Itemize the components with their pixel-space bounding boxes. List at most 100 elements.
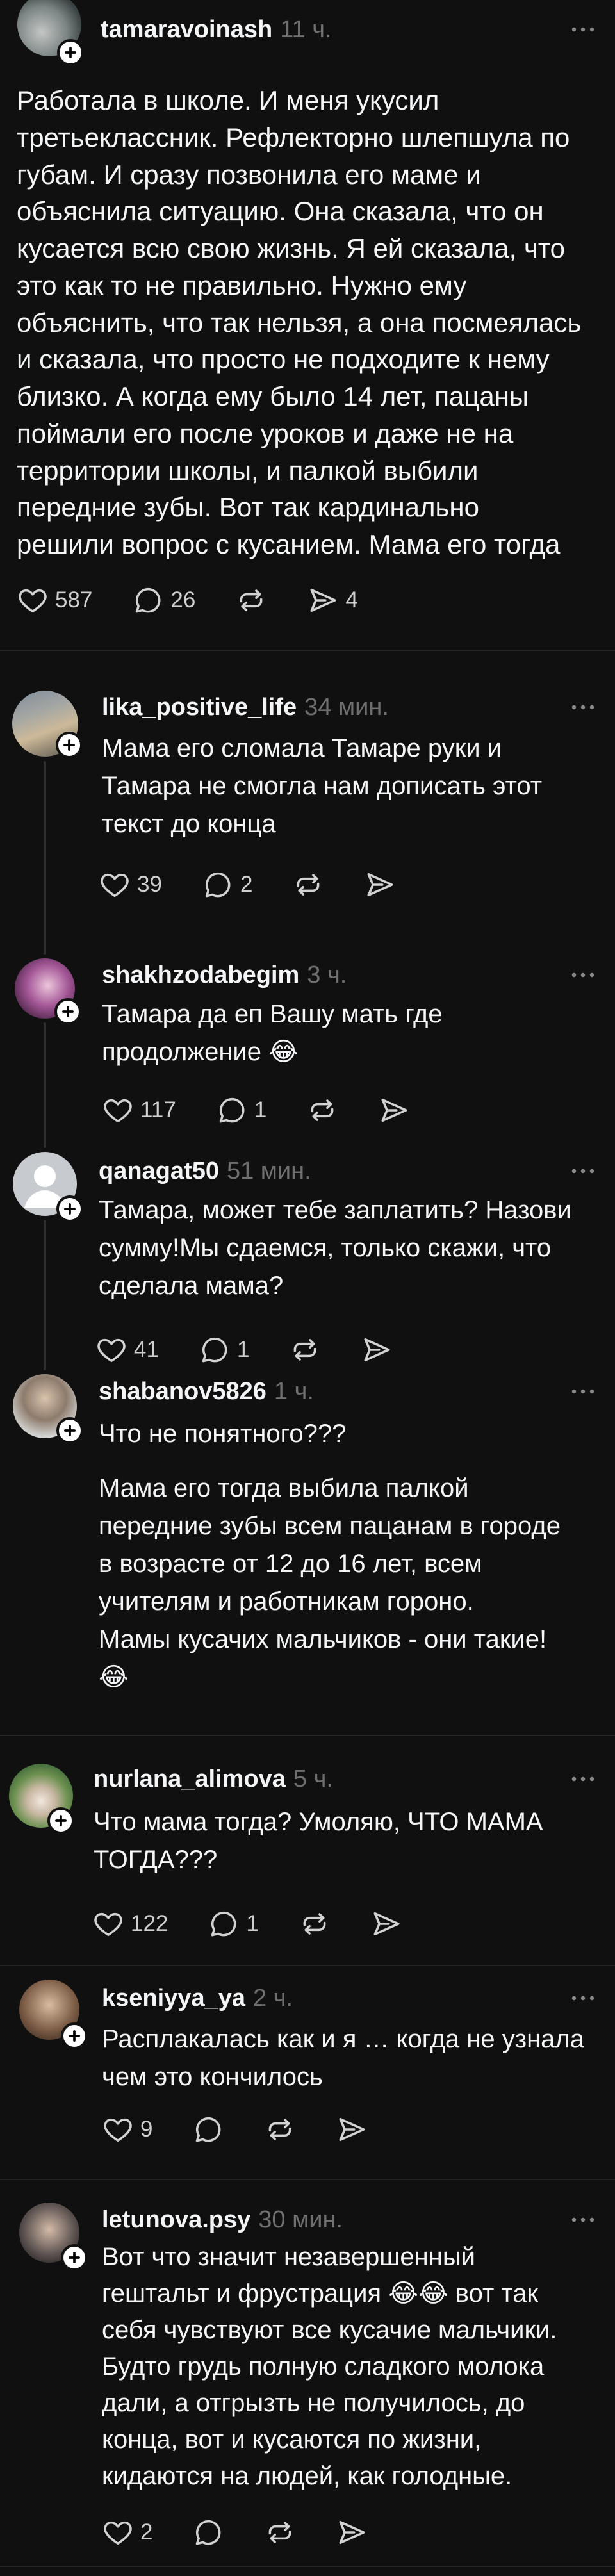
like-button[interactable]: 39	[99, 868, 162, 901]
timestamp: 1 ч.	[274, 1378, 314, 1405]
timestamp: 11 ч.	[280, 16, 332, 43]
timestamp: 34 мин.	[304, 694, 389, 721]
share-icon	[378, 1094, 410, 1126]
repost-button[interactable]	[235, 584, 267, 617]
share-button[interactable]: 4	[307, 584, 358, 617]
like-button[interactable]: 117	[102, 1094, 176, 1127]
share-icon	[370, 1908, 402, 1940]
text-line: Работала в школе. И меня укусил	[17, 85, 439, 115]
follow-plus-icon[interactable]	[61, 2022, 88, 2049]
timestamp: 3 ч.	[307, 962, 347, 989]
share-button[interactable]	[370, 1907, 402, 1940]
username[interactable]: shakhzodabegim	[102, 962, 299, 989]
text-line: Что не понятного???	[99, 1420, 347, 1448]
share-count: 4	[345, 587, 358, 612]
reply-text-paragraph: Мама его тогда выбила палкой передние зу…	[99, 1470, 561, 1696]
username[interactable]: qanagat50	[99, 1158, 219, 1185]
comment-icon	[192, 2516, 224, 2548]
repost-button[interactable]	[306, 1094, 338, 1127]
heart-icon	[95, 1334, 127, 1366]
share-button[interactable]	[361, 1333, 393, 1366]
follow-plus-icon[interactable]	[56, 1195, 83, 1222]
username[interactable]: lika_positive_life	[102, 694, 297, 721]
thread-line	[44, 1220, 46, 1370]
comment-button[interactable]: 2	[202, 868, 252, 901]
action-bar: 39 2	[99, 868, 396, 901]
heart-icon	[102, 2113, 134, 2145]
action-bar: 122 1	[92, 1907, 402, 1940]
username[interactable]: letunova.psy	[102, 2206, 250, 2233]
repost-icon	[306, 1094, 338, 1126]
repost-button[interactable]	[292, 868, 324, 901]
follow-plus-icon[interactable]	[57, 39, 84, 66]
comment-button[interactable]: 1	[199, 1333, 249, 1366]
repost-button[interactable]	[289, 1333, 321, 1366]
share-button[interactable]	[336, 2516, 368, 2549]
share-icon	[336, 2516, 368, 2548]
more-options-icon[interactable]	[570, 26, 596, 33]
text-line: конца, вот и кусаются по жизни,	[102, 2425, 482, 2454]
text-line: Тамара да еп Вашу мать где	[102, 1000, 443, 1028]
comment-button[interactable]: 26	[132, 584, 195, 617]
more-options-icon[interactable]	[570, 703, 596, 711]
comment-button[interactable]	[192, 2516, 224, 2549]
repost-button[interactable]	[264, 2113, 296, 2146]
more-options-icon[interactable]	[570, 1994, 596, 2002]
more-options-icon[interactable]	[570, 1167, 596, 1175]
text-line: объяснить, что так нельзя, а она посмеял…	[17, 307, 582, 338]
like-button[interactable]: 9	[102, 2113, 152, 2146]
like-button[interactable]: 2	[102, 2516, 152, 2549]
follow-plus-icon[interactable]	[56, 732, 83, 759]
repost-icon	[235, 584, 267, 616]
share-icon	[361, 1334, 393, 1366]
post-header: tamaravoinash 11 ч.	[101, 14, 332, 45]
reply: qanagat50 51 мин. Тамара, может тебе запл…	[0, 1152, 615, 1362]
more-options-icon[interactable]	[570, 2216, 596, 2224]
follow-plus-icon[interactable]	[47, 1807, 74, 1834]
divider	[0, 650, 615, 651]
like-button[interactable]: 41	[95, 1333, 159, 1366]
text-line: 😂	[99, 1663, 129, 1691]
share-button[interactable]	[336, 2113, 368, 2146]
text-line: близко. А когда ему было 14 лет, пацаны	[17, 381, 529, 411]
more-options-icon[interactable]	[570, 1388, 596, 1395]
more-options-icon[interactable]	[570, 971, 596, 979]
text-line: губам. И сразу позвонила его маме и	[17, 159, 481, 190]
more-options-icon[interactable]	[570, 1775, 596, 1783]
follow-plus-icon[interactable]	[56, 1417, 83, 1444]
username[interactable]: kseniyya_ya	[102, 1985, 245, 2012]
share-button[interactable]	[378, 1094, 410, 1127]
repost-button[interactable]	[264, 2516, 296, 2549]
action-bar: 587 26 4	[17, 584, 358, 617]
repost-button[interactable]	[299, 1907, 331, 1940]
divider	[0, 2179, 615, 2180]
post-header: shakhzodabegim 3 ч.	[102, 960, 347, 990]
comment-button[interactable]: 1	[208, 1907, 259, 1940]
username[interactable]: tamaravoinash	[101, 16, 272, 43]
like-button[interactable]: 587	[17, 584, 92, 617]
follow-plus-icon[interactable]	[54, 998, 81, 1025]
text-line: и сказала, что просто не подходите к нем…	[17, 344, 550, 375]
post-header: nurlana_alimova 5 ч.	[94, 1764, 333, 1794]
heart-icon	[102, 2516, 134, 2548]
text-line: дали, а отгрызть не получилось, до	[102, 2389, 525, 2417]
text-line: это как то не правильно. Нужно ему	[17, 270, 467, 300]
reply-text: Тамара, может тебе заплатить? Назови сум…	[99, 1192, 571, 1305]
reply-text: Что не понятного???	[99, 1415, 346, 1453]
text-line: ТОГДА???	[94, 1846, 218, 1874]
heart-icon	[102, 1094, 134, 1126]
share-button[interactable]	[364, 868, 396, 901]
username[interactable]: shabanov5826	[99, 1378, 266, 1405]
like-button[interactable]: 122	[92, 1907, 168, 1940]
reply-text: Что мама тогда? Умоляю, ЧТО МАМА ТОГДА??…	[94, 1803, 543, 1879]
text-line: Мамы кусачих мальчиков - они такие!	[99, 1625, 547, 1653]
like-count: 122	[131, 1911, 168, 1936]
heart-icon	[99, 869, 131, 901]
follow-plus-icon[interactable]	[61, 2244, 88, 2271]
comment-button[interactable]: 1	[216, 1094, 266, 1127]
comment-button[interactable]	[192, 2113, 224, 2146]
like-count: 2	[140, 2520, 153, 2545]
like-count: 587	[55, 587, 93, 612]
comment-icon	[132, 584, 164, 616]
username[interactable]: nurlana_alimova	[94, 1766, 286, 1793]
